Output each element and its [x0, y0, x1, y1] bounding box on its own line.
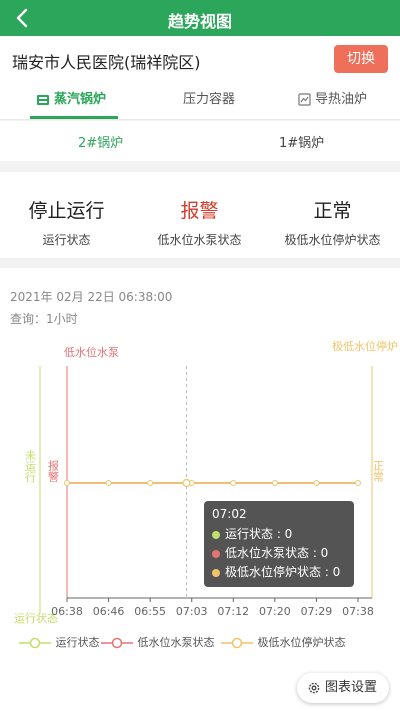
tooltip-text: 运行状态 : 0 [225, 527, 293, 541]
subtab-boiler-2[interactable]: 2#锅炉 [78, 132, 123, 151]
series-dot-icon [212, 568, 220, 577]
legend-item-low-water-pump[interactable]: 低水位水泵状态 [100, 634, 215, 650]
series-dot-icon [212, 530, 220, 539]
tab-label: 蒸汽锅炉 [54, 92, 107, 107]
status-label: 低水位水泵状态 [157, 233, 242, 247]
gear-icon [308, 682, 320, 694]
tab-label: 压力容器 [183, 92, 236, 107]
legend-item-running[interactable]: 运行状态 [18, 634, 100, 650]
chart-settings-button[interactable]: 图表设置 [297, 673, 389, 703]
chart-timestamp: 2021年 02月 22日 06:38:00 [10, 290, 173, 304]
status-value: 停止运行 [28, 200, 105, 222]
status-running: 停止运行 运行状态 [0, 196, 133, 248]
active-tab-indicator [30, 116, 118, 119]
tab-steam-boiler[interactable]: 蒸汽锅炉 [36, 82, 106, 120]
chart-query-range: 查询：1小时 [10, 312, 78, 326]
status-label: 极低水位停炉状态 [284, 233, 381, 247]
tab-oil-furnace[interactable]: 导热油炉 [298, 82, 367, 120]
switch-button[interactable]: 切换 [334, 45, 388, 73]
legend-line-icon [19, 637, 51, 649]
status-value: 报警 [180, 200, 219, 222]
equipment-tabs: 蒸汽锅炉 压力容器 导热油炉 [0, 82, 400, 120]
status-value: 正常 [313, 200, 352, 222]
settings-label: 图表设置 [325, 680, 378, 695]
legend-line-icon [221, 637, 253, 649]
status-low-water-pump: 报警 低水位水泵状态 [133, 196, 266, 248]
boiler-icon [37, 94, 49, 105]
chart-tooltip: 07:02 运行状态 : 0 低水位水泵状态 : 0 极低水位停炉状态 : 0 [204, 501, 354, 587]
boiler-subtabs: 2#锅炉 1#锅炉 [0, 121, 400, 161]
oil-furnace-icon [298, 93, 311, 106]
hospital-name: 瑞安市人民医院(瑞祥院区) [12, 53, 201, 72]
status-ultra-low-water-stop: 正常 极低水位停炉状态 [266, 196, 399, 248]
tooltip-row: 运行状态 : 0 [212, 525, 346, 544]
tooltip-row: 极低水位停炉状态 : 0 [212, 563, 346, 582]
subtab-boiler-1[interactable]: 1#锅炉 [279, 132, 324, 151]
tooltip-row: 低水位水泵状态 : 0 [212, 544, 346, 563]
legend-line-icon [101, 637, 133, 649]
tab-label: 导热油炉 [315, 92, 368, 107]
legend-item-ultra-low-water-stop[interactable]: 极低水位停炉状态 [220, 634, 346, 650]
app-bar: 趋势视图 [0, 0, 400, 36]
tab-pressure-vessel[interactable]: 压力容器 [183, 82, 235, 120]
tooltip-time: 07:02 [212, 507, 247, 521]
legend-label: 低水位水泵状态 [137, 636, 215, 649]
status-summary: 停止运行 运行状态 报警 低水位水泵状态 正常 极低水位停炉状态 [0, 172, 400, 258]
hospital-bar: 瑞安市人民医院(瑞祥院区) 切换 [0, 36, 400, 82]
series-dot-icon [212, 549, 220, 558]
page-title: 趋势视图 [167, 12, 232, 31]
tooltip-text: 低水位水泵状态 : 0 [225, 546, 329, 560]
status-label: 运行状态 [42, 233, 91, 247]
legend-label: 运行状态 [55, 636, 100, 649]
tooltip-text: 极低水位停炉状态 : 0 [225, 565, 341, 579]
chart-legend: 运行状态 低水位水泵状态 极低水位停炉状态 [0, 634, 400, 650]
legend-label: 极低水位停炉状态 [257, 636, 346, 649]
